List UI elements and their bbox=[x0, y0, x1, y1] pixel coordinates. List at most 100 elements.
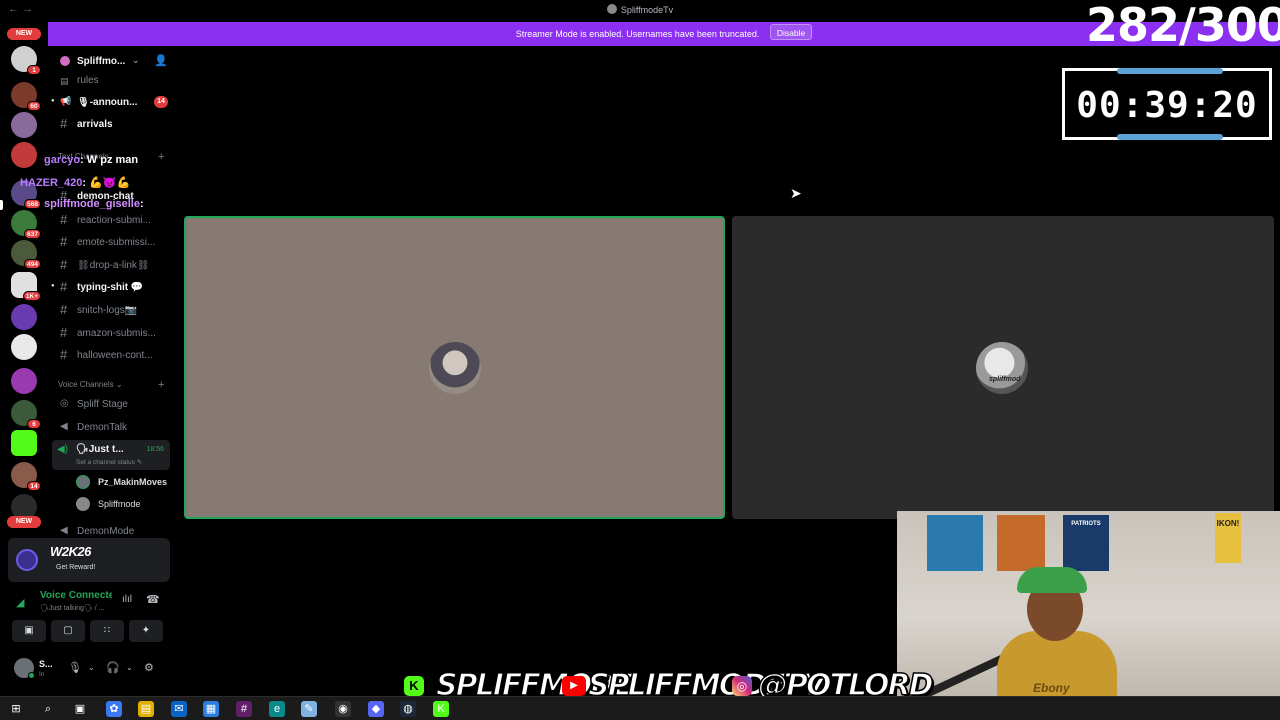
add-channel-icon[interactable]: + bbox=[158, 151, 164, 163]
channel-drop-a-link[interactable]: # ⛓drop-a-link⛓ bbox=[54, 255, 172, 275]
server-icon-11[interactable] bbox=[11, 368, 37, 394]
channel-typing[interactable]: ● # typing-shit 💬 bbox=[51, 277, 172, 297]
slack-taskbar-icon[interactable]: # bbox=[236, 701, 252, 717]
server-icon-2[interactable]: 60 bbox=[11, 82, 41, 111]
instagram-icon: ◎ bbox=[732, 676, 752, 696]
server-name: Spliffmo... bbox=[77, 56, 126, 67]
participant-tile-spliffmode[interactable]: spliffmod bbox=[732, 216, 1274, 519]
channel-reaction-submissions[interactable]: # reaction-submi... bbox=[54, 210, 172, 230]
notepad-taskbar-icon[interactable]: ✎ bbox=[301, 701, 317, 717]
unread-dot-icon: ● bbox=[51, 98, 55, 104]
soundboard-button[interactable]: ✦ bbox=[129, 620, 163, 642]
server-icon-6[interactable]: 637 bbox=[11, 210, 41, 239]
steam-taskbar-icon[interactable]: ◍ bbox=[400, 701, 416, 717]
camera-off-button[interactable]: ▣ bbox=[12, 620, 46, 642]
channel-label: DemonTalk bbox=[77, 422, 128, 433]
game-logo: W2K26 bbox=[50, 544, 91, 559]
streamer-mode-text: Streamer Mode is enabled. Usernames have… bbox=[515, 29, 760, 39]
kick-taskbar-icon[interactable]: K bbox=[433, 701, 449, 717]
avatar bbox=[76, 475, 90, 489]
voice-connected-title[interactable]: Voice Connecte bbox=[40, 590, 112, 601]
channel-rules[interactable]: ▤ rules bbox=[54, 72, 172, 92]
youtube-icon: ▶ bbox=[562, 676, 586, 696]
member-name: Pz_MakinMoves bbox=[98, 477, 168, 487]
edge-taskbar-icon[interactable]: e bbox=[269, 701, 285, 717]
search-taskbar-icon[interactable]: ⌕ bbox=[40, 701, 56, 717]
channel-announcements[interactable]: ● 📢 🎙-announ... 14 bbox=[51, 92, 172, 112]
start-taskbar-icon[interactable]: ⊞ bbox=[8, 701, 24, 717]
participant-tile-speaking[interactable] bbox=[184, 216, 725, 519]
new-servers-pill-bottom[interactable]: NEW bbox=[7, 516, 41, 528]
server-header[interactable]: Spliffmo... ⌄ 👤 bbox=[48, 52, 178, 72]
channel-label: amazon-submis... bbox=[77, 328, 156, 339]
get-reward-link[interactable]: Get Reward! bbox=[56, 564, 95, 571]
voice-connected-panel: ◢ Voice Connecte 🗣Just talking🗣 / ... ıl… bbox=[8, 584, 170, 648]
active-voice-channel[interactable]: ◀) 🗣Just t... 18:56 Set a channel status… bbox=[52, 440, 170, 470]
kick-server-icon[interactable] bbox=[11, 430, 37, 456]
disconnect-icon[interactable]: ☎ bbox=[146, 593, 160, 606]
channel-emote-submissions[interactable]: # emote-submissi... bbox=[54, 232, 172, 252]
new-servers-pill[interactable]: NEW bbox=[7, 28, 41, 40]
channel-halloween-contest[interactable]: # halloween-cont... bbox=[54, 345, 172, 365]
server-icon-1[interactable]: 1 bbox=[11, 46, 41, 75]
window-title-text: SpliffmodeTv bbox=[620, 5, 674, 15]
store-taskbar-icon[interactable]: ▦ bbox=[203, 701, 219, 717]
server-icon-10[interactable] bbox=[11, 334, 37, 360]
hash-icon: # bbox=[60, 234, 68, 249]
activities-button[interactable]: ∷ bbox=[90, 620, 124, 642]
disable-streamer-mode-button[interactable]: Disable bbox=[769, 24, 813, 40]
mic-options-chevron-icon[interactable]: ⌄ bbox=[88, 663, 95, 672]
streamer-hat bbox=[1017, 567, 1087, 593]
category-voice-channels[interactable]: Voice Channels ⌄ + bbox=[58, 379, 164, 391]
settings-gear-icon[interactable]: ⚙ bbox=[144, 661, 154, 674]
chat-username: HAZER_420 bbox=[20, 177, 83, 189]
voice-channel-demontalk[interactable]: ◀ DemonTalk bbox=[54, 417, 172, 437]
microphone-icon[interactable]: 🎙 bbox=[68, 661, 82, 674]
channel-label: rules bbox=[77, 75, 99, 86]
user-name[interactable]: S... bbox=[39, 659, 53, 669]
headset-icon[interactable]: 🎧 bbox=[106, 661, 120, 674]
server-icon-7[interactable]: 494 bbox=[11, 240, 41, 269]
invite-people-icon[interactable]: 👤 bbox=[154, 54, 168, 67]
wall-poster bbox=[997, 515, 1045, 571]
noise-suppression-icon[interactable]: ılıl bbox=[122, 594, 132, 605]
channel-snitch-logs[interactable]: # snitch-logs📷 bbox=[54, 300, 172, 320]
channel-label: ⛓drop-a-link⛓ bbox=[77, 260, 150, 271]
channel-amazon-submissions[interactable]: # amazon-submis... bbox=[54, 323, 172, 343]
voice-connected-channel[interactable]: 🗣Just talking🗣 / ... bbox=[40, 604, 104, 612]
chat-text: : bbox=[139, 198, 144, 210]
server-icon-12[interactable]: 6 bbox=[11, 400, 41, 429]
server-icon-3[interactable] bbox=[11, 112, 37, 138]
kick-icon: K bbox=[404, 676, 424, 696]
server-icon-8[interactable]: 1K+ bbox=[11, 272, 41, 301]
voice-channel-spliff-stage[interactable]: ◎ Spliff Stage bbox=[54, 394, 172, 414]
channel-arrivals[interactable]: # arrivals bbox=[54, 114, 172, 134]
channel-label: emote-submissi... bbox=[77, 237, 156, 248]
ikon-sign: IKON! bbox=[1215, 513, 1241, 563]
selected-server-indicator bbox=[0, 200, 3, 210]
screen-share-button[interactable]: ▢ bbox=[51, 620, 85, 642]
server-icon-4[interactable] bbox=[11, 142, 37, 168]
member-name: Spliffmode bbox=[98, 499, 141, 509]
signal-icon[interactable]: ◢ bbox=[16, 596, 24, 609]
server-icon-9[interactable] bbox=[11, 304, 37, 330]
discord-taskbar-icon[interactable]: ◆ bbox=[368, 701, 384, 717]
hash-icon: # bbox=[60, 257, 68, 272]
copilot-taskbar-icon[interactable]: ✿ bbox=[106, 701, 122, 717]
task-view-taskbar-icon[interactable]: ▣ bbox=[72, 701, 88, 717]
chevron-down-icon[interactable]: ⌄ bbox=[132, 55, 140, 66]
voice-elapsed-time: 18:56 bbox=[146, 446, 164, 453]
wall-poster bbox=[927, 515, 983, 571]
add-voice-channel-icon[interactable]: + bbox=[158, 379, 164, 391]
stage-icon: ◎ bbox=[60, 398, 69, 409]
headset-options-chevron-icon[interactable]: ⌄ bbox=[126, 663, 133, 672]
server-icon bbox=[606, 4, 617, 14]
set-channel-status[interactable]: Set a channel status ✎ bbox=[76, 458, 142, 466]
announcement-icon: 📢 bbox=[60, 96, 72, 106]
game-activity-card[interactable]: W2K26 Get Reward! bbox=[8, 538, 170, 582]
obs-taskbar-icon[interactable]: ◉ bbox=[335, 701, 351, 717]
server-icon-14[interactable]: 14 bbox=[11, 462, 41, 491]
outlook-taskbar-icon[interactable]: ✉ bbox=[171, 701, 187, 717]
channel-label: reaction-submi... bbox=[77, 215, 151, 226]
files-taskbar-icon[interactable]: ▤ bbox=[138, 701, 154, 717]
